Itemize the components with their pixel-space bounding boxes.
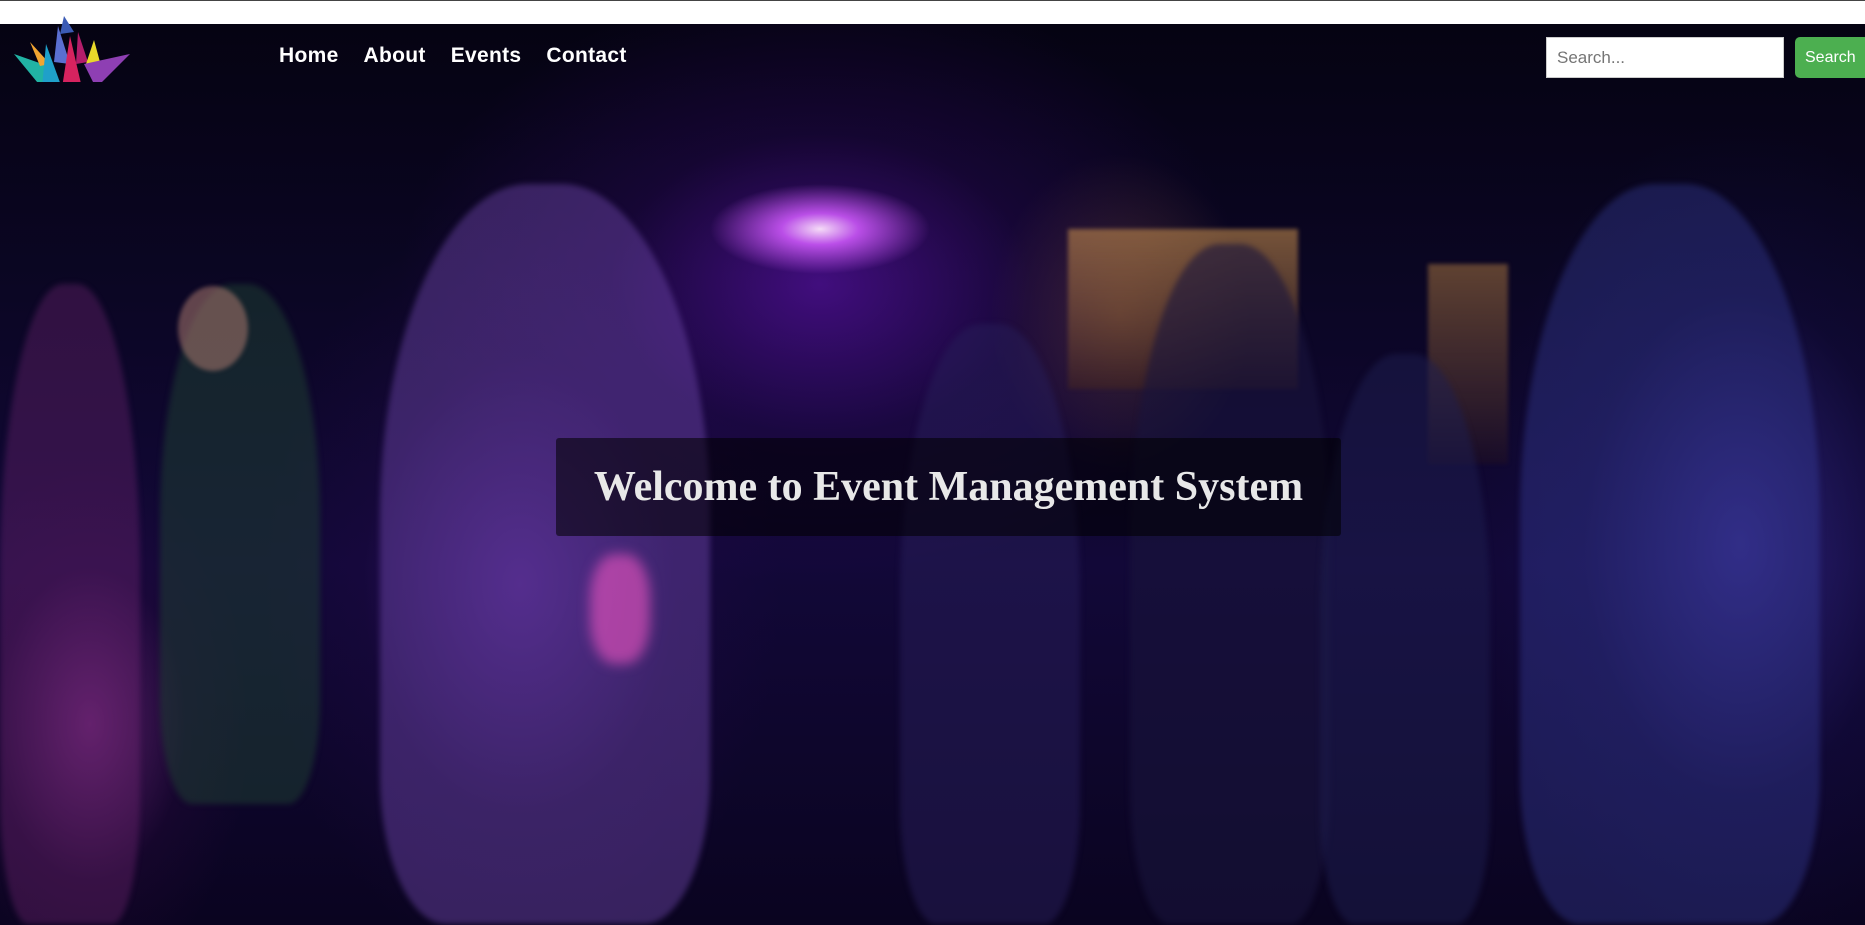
crowd-silhouette	[1320, 354, 1490, 924]
wristband-glow	[590, 554, 650, 664]
search-input[interactable]	[1546, 37, 1784, 78]
crowd-silhouette	[0, 284, 140, 924]
welcome-banner: Welcome to Event Management System	[556, 438, 1341, 536]
nav-links: Home About Events Contact	[279, 44, 652, 68]
crowd-silhouette	[178, 286, 248, 371]
crowd-silhouette	[900, 324, 1080, 924]
crowd-silhouette	[1520, 184, 1820, 924]
crowd-silhouette	[380, 184, 710, 924]
crowd-silhouette	[160, 284, 320, 804]
nav-link-about[interactable]: About	[364, 44, 426, 68]
nav-link-contact[interactable]: Contact	[546, 44, 626, 68]
search-button[interactable]: Search	[1795, 37, 1865, 78]
page-title: Welcome to Event Management System	[593, 464, 1304, 510]
crowd-silhouette	[1130, 244, 1330, 924]
colorful-spiky-logo-icon[interactable]	[12, 14, 132, 82]
browser-top-strip	[0, 0, 1865, 24]
nav-link-events[interactable]: Events	[451, 44, 522, 68]
top-navbar: Home About Events Contact Search	[0, 16, 1865, 90]
nav-link-home[interactable]: Home	[279, 44, 339, 68]
